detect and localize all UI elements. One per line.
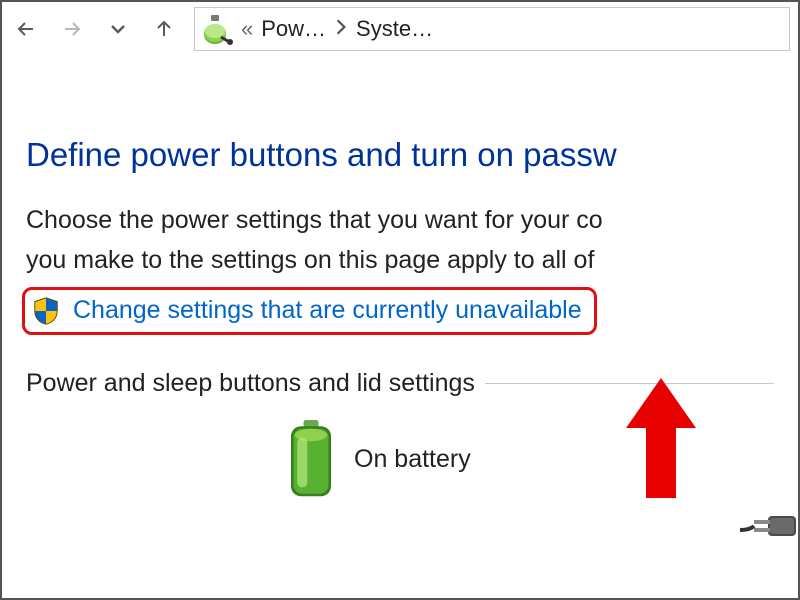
history-dropdown[interactable] (102, 13, 134, 45)
power-options-icon (201, 13, 233, 45)
page-title: Define power buttons and turn on passw (26, 136, 774, 174)
page-description: you make to the settings on this page ap… (26, 242, 774, 278)
page-description: Choose the power settings that you want … (26, 202, 774, 238)
breadcrumb-item[interactable]: Pow… (261, 16, 326, 42)
plugged-in-icon (740, 496, 796, 552)
breadcrumb-item[interactable]: Syste… (356, 16, 433, 42)
breadcrumb-overflow-icon[interactable]: « (239, 16, 255, 42)
nav-bar: « Pow… Syste… (2, 2, 798, 56)
battery-icon (286, 420, 336, 500)
on-battery-label: On battery (354, 445, 471, 474)
uac-shield-icon (31, 296, 61, 326)
forward-button[interactable] (56, 13, 88, 45)
annotation-arrow-icon (626, 378, 696, 498)
annotation-highlight: Change settings that are currently unava… (22, 287, 597, 335)
back-button[interactable] (10, 13, 42, 45)
chevron-right-icon (332, 16, 350, 42)
up-button[interactable] (148, 13, 180, 45)
section-label: Power and sleep buttons and lid settings (26, 369, 475, 398)
address-bar[interactable]: « Pow… Syste… (194, 7, 790, 51)
change-settings-link[interactable]: Change settings that are currently unava… (73, 296, 582, 325)
